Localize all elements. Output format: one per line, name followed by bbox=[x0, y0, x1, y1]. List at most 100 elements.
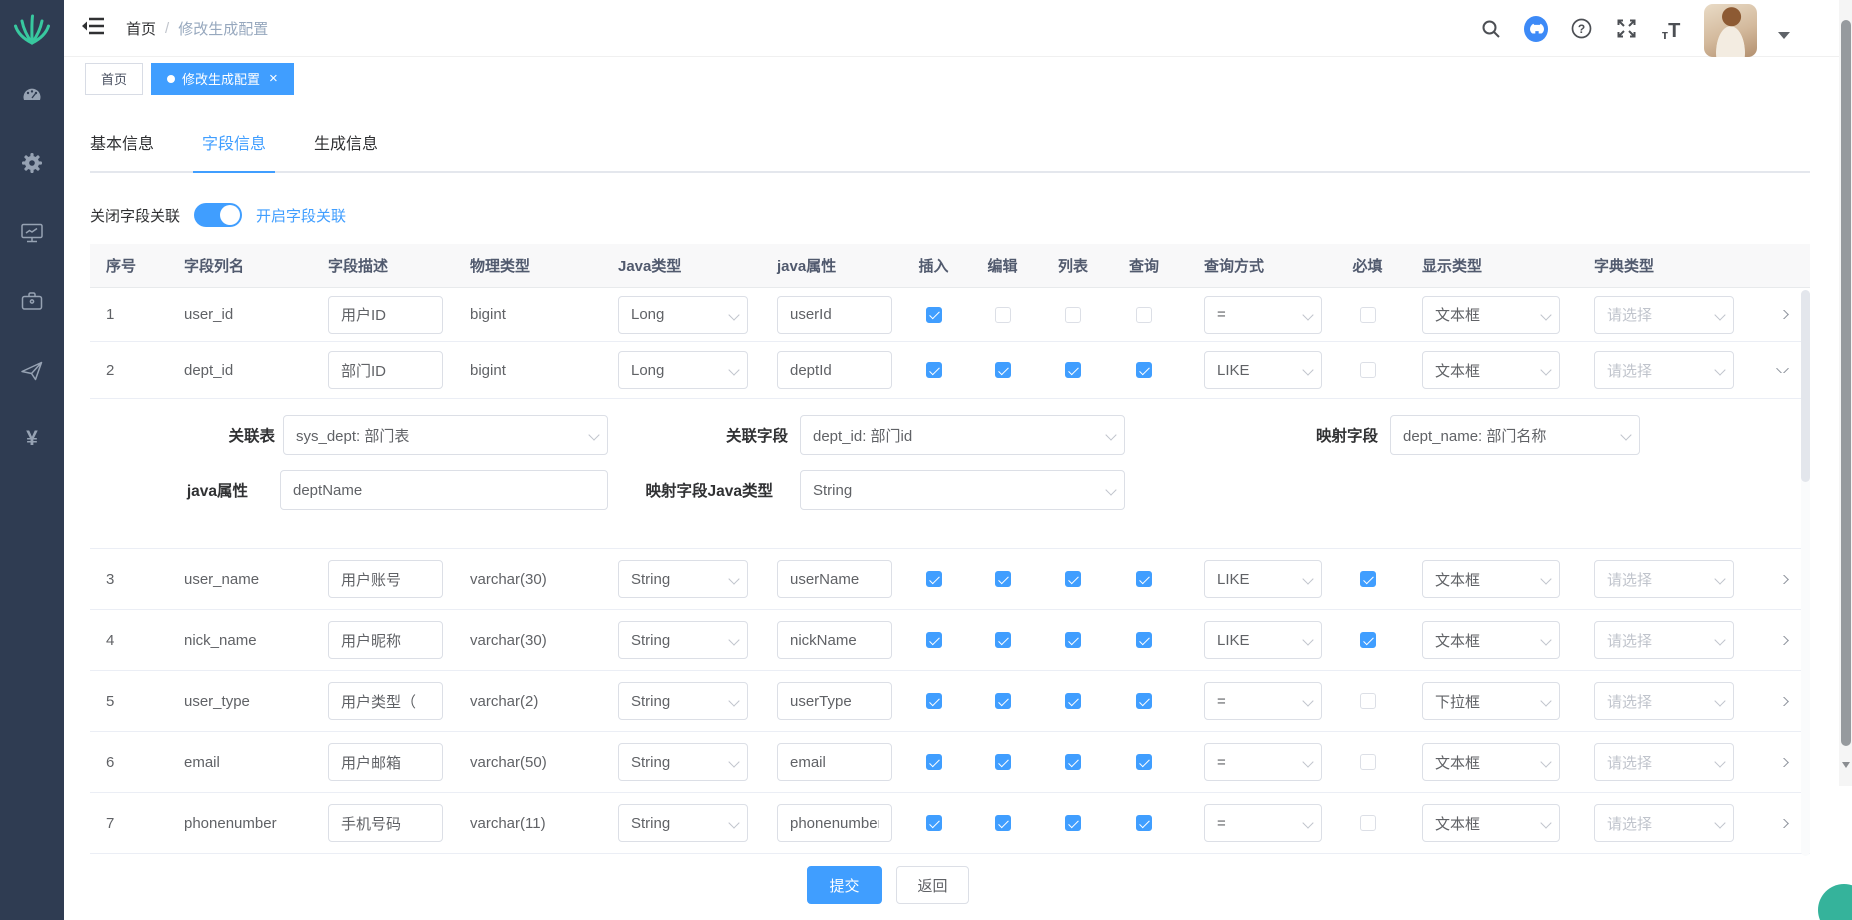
list-checkbox[interactable] bbox=[1065, 754, 1081, 770]
java-property-input[interactable] bbox=[777, 621, 892, 659]
description-input[interactable] bbox=[328, 560, 443, 598]
display-type-select[interactable]: 文本框 bbox=[1422, 296, 1560, 334]
query-mode-select[interactable]: LIKE bbox=[1204, 621, 1322, 659]
user-avatar[interactable] bbox=[1704, 4, 1757, 57]
expand-chevron-icon[interactable] bbox=[1776, 310, 1789, 319]
tag-home[interactable]: 首页 bbox=[85, 63, 143, 95]
query-mode-select[interactable]: LIKE bbox=[1204, 560, 1322, 598]
query-checkbox[interactable] bbox=[1136, 362, 1152, 378]
insert-checkbox[interactable] bbox=[926, 362, 942, 378]
edit-checkbox[interactable] bbox=[995, 571, 1011, 587]
list-checkbox[interactable] bbox=[1065, 693, 1081, 709]
insert-checkbox[interactable] bbox=[926, 307, 942, 323]
tab-gen-info[interactable]: 生成信息 bbox=[314, 130, 378, 171]
expand-chevron-icon[interactable] bbox=[1776, 575, 1789, 584]
java-type-select[interactable]: Long bbox=[618, 296, 748, 334]
list-checkbox[interactable] bbox=[1065, 571, 1081, 587]
required-checkbox[interactable] bbox=[1360, 632, 1376, 648]
page-scrollbar-thumb[interactable] bbox=[1841, 20, 1851, 746]
java-type-select[interactable]: String bbox=[618, 560, 748, 598]
insert-checkbox[interactable] bbox=[926, 754, 942, 770]
expand-chevron-icon[interactable] bbox=[1776, 819, 1789, 828]
required-checkbox[interactable] bbox=[1360, 815, 1376, 831]
java-property-input[interactable] bbox=[777, 743, 892, 781]
app-logo[interactable] bbox=[0, 0, 64, 57]
dict-type-select[interactable]: 请选择 bbox=[1594, 621, 1734, 659]
sidebar-item-settings[interactable] bbox=[0, 140, 64, 186]
help-button[interactable]: ? bbox=[1569, 17, 1593, 41]
edit-checkbox[interactable] bbox=[995, 754, 1011, 770]
edit-checkbox[interactable] bbox=[995, 815, 1011, 831]
java-property-input[interactable] bbox=[777, 296, 892, 334]
java-type-select[interactable]: String bbox=[618, 621, 748, 659]
insert-checkbox[interactable] bbox=[926, 571, 942, 587]
insert-checkbox[interactable] bbox=[926, 693, 942, 709]
query-mode-select[interactable]: = bbox=[1204, 804, 1322, 842]
query-checkbox[interactable] bbox=[1136, 693, 1152, 709]
required-checkbox[interactable] bbox=[1360, 362, 1376, 378]
edit-checkbox[interactable] bbox=[995, 693, 1011, 709]
display-type-select[interactable]: 文本框 bbox=[1422, 621, 1560, 659]
query-checkbox[interactable] bbox=[1136, 307, 1152, 323]
sidebar-toggle-button[interactable] bbox=[74, 9, 112, 48]
required-checkbox[interactable] bbox=[1360, 754, 1376, 770]
expand-chevron-icon[interactable] bbox=[1776, 697, 1789, 706]
scroll-down-arrow-icon[interactable] bbox=[1842, 762, 1850, 768]
caret-down-icon[interactable] bbox=[1778, 32, 1790, 39]
display-type-select[interactable]: 下拉框 bbox=[1422, 682, 1560, 720]
java-property-input[interactable] bbox=[777, 682, 892, 720]
field-relation-switch[interactable] bbox=[194, 203, 242, 227]
query-checkbox[interactable] bbox=[1136, 754, 1152, 770]
close-tag-icon[interactable]: × bbox=[269, 70, 278, 87]
sidebar-item-deploy[interactable] bbox=[0, 348, 64, 394]
required-checkbox[interactable] bbox=[1360, 307, 1376, 323]
submit-button[interactable]: 提交 bbox=[807, 866, 882, 904]
query-mode-select[interactable]: = bbox=[1204, 682, 1322, 720]
query-checkbox[interactable] bbox=[1136, 571, 1152, 587]
table-scrollbar-thumb[interactable] bbox=[1801, 290, 1810, 482]
edit-checkbox[interactable] bbox=[995, 307, 1011, 323]
description-input[interactable] bbox=[328, 621, 443, 659]
query-checkbox[interactable] bbox=[1136, 632, 1152, 648]
query-mode-select[interactable]: = bbox=[1204, 743, 1322, 781]
expand-chevron-icon[interactable] bbox=[1776, 636, 1789, 645]
dict-type-select[interactable]: 请选择 bbox=[1594, 560, 1734, 598]
java-property-input[interactable] bbox=[777, 804, 892, 842]
edit-checkbox[interactable] bbox=[995, 362, 1011, 378]
display-type-select[interactable]: 文本框 bbox=[1422, 804, 1560, 842]
dict-type-select[interactable]: 请选择 bbox=[1594, 296, 1734, 334]
java-type-select[interactable]: String bbox=[618, 682, 748, 720]
page-scrollbar[interactable] bbox=[1839, 0, 1852, 786]
mapped-field-select[interactable]: dept_name: 部门名称 bbox=[1390, 415, 1640, 455]
tab-basic-info[interactable]: 基本信息 bbox=[90, 130, 154, 171]
search-button[interactable] bbox=[1479, 17, 1503, 41]
list-checkbox[interactable] bbox=[1065, 362, 1081, 378]
description-input[interactable] bbox=[328, 682, 443, 720]
related-field-select[interactable]: dept_id: 部门id bbox=[800, 415, 1125, 455]
dict-type-select[interactable]: 请选择 bbox=[1594, 804, 1734, 842]
dict-type-select[interactable]: 请选择 bbox=[1594, 743, 1734, 781]
breadcrumb-home[interactable]: 首页 bbox=[126, 18, 156, 39]
edit-checkbox[interactable] bbox=[995, 632, 1011, 648]
related-table-select[interactable]: sys_dept: 部门表 bbox=[283, 415, 608, 455]
insert-checkbox[interactable] bbox=[926, 632, 942, 648]
font-size-button[interactable]: тT bbox=[1659, 17, 1683, 41]
fullscreen-button[interactable] bbox=[1614, 17, 1638, 41]
table-scrollbar[interactable] bbox=[1801, 290, 1810, 856]
sidebar-item-job[interactable] bbox=[0, 278, 64, 324]
tab-field-info[interactable]: 字段信息 bbox=[202, 130, 266, 171]
list-checkbox[interactable] bbox=[1065, 307, 1081, 323]
collapse-chevron-icon[interactable] bbox=[1776, 368, 1789, 373]
mapped-java-type-select[interactable]: String bbox=[800, 470, 1125, 510]
github-button[interactable] bbox=[1524, 17, 1548, 41]
display-type-select[interactable]: 文本框 bbox=[1422, 743, 1560, 781]
java-type-select[interactable]: Long bbox=[618, 351, 748, 389]
description-input[interactable] bbox=[328, 351, 443, 389]
list-checkbox[interactable] bbox=[1065, 632, 1081, 648]
description-input[interactable] bbox=[328, 296, 443, 334]
query-mode-select[interactable]: LIKE bbox=[1204, 351, 1322, 389]
relation-java-property-input[interactable] bbox=[280, 470, 608, 510]
java-type-select[interactable]: String bbox=[618, 804, 748, 842]
java-property-input[interactable] bbox=[777, 560, 892, 598]
dict-type-select[interactable]: 请选择 bbox=[1594, 351, 1734, 389]
